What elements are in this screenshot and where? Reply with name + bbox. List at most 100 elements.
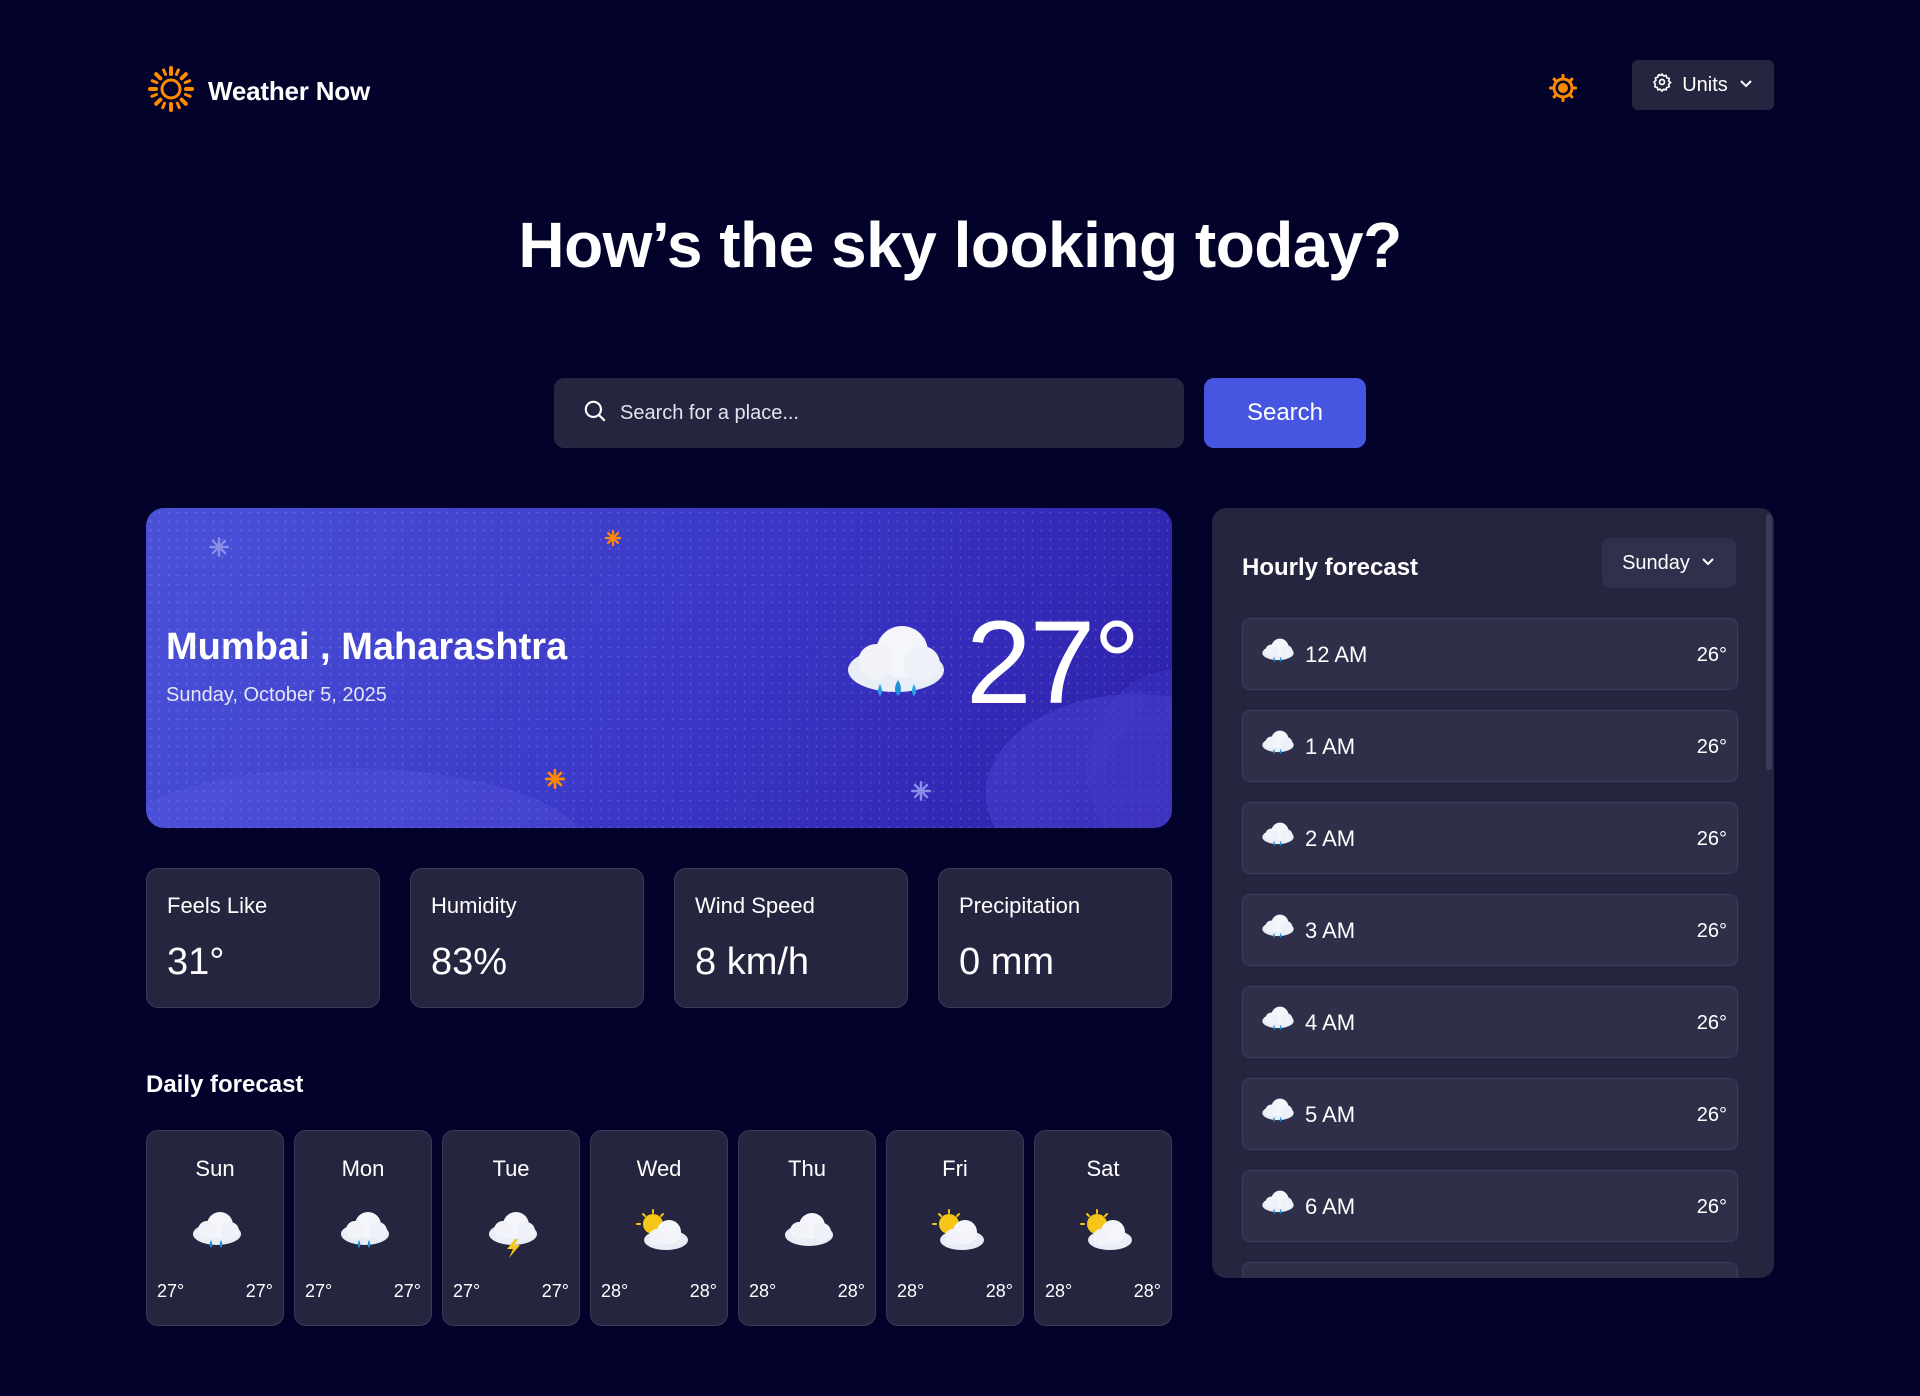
hour-time: 12 AM	[1305, 642, 1368, 667]
stat-value: 0 mm	[959, 941, 1054, 983]
weather-app: Weather Now Units How’s the sky looking …	[0, 0, 1920, 1396]
hourly-row: 2 AM 26°	[1242, 802, 1738, 874]
day-high-temp: 27°	[393, 1281, 421, 1301]
daily-card-mon[interactable]: Mon 27° 27°	[294, 1130, 432, 1326]
day-name: Fri	[942, 1156, 968, 1181]
hour-time: 6 AM	[1305, 1194, 1356, 1219]
day-name: Mon	[341, 1156, 385, 1181]
rain-cloud-icon	[339, 1209, 391, 1258]
search-icon	[582, 398, 608, 429]
hour-temp: 26°	[1696, 736, 1727, 758]
day-name: Tue	[492, 1156, 530, 1181]
current-date: Sunday, October 5, 2025	[166, 684, 387, 706]
sun-logo-icon	[146, 64, 196, 119]
rain-cloud-icon	[1261, 637, 1295, 670]
brand[interactable]: Weather Now	[146, 64, 370, 119]
stat-card-wind-speed: Wind Speed 8 km/h	[674, 868, 908, 1008]
day-high-temp: 28°	[1133, 1281, 1161, 1301]
day-low-temp: 27°	[305, 1281, 333, 1301]
hourly-row: 6 AM 26°	[1242, 1170, 1738, 1242]
day-low-temp: 27°	[157, 1281, 185, 1301]
current-weather-card: Mumbai , Maharashtra Sunday, October 5, …	[146, 508, 1172, 828]
partly-cloudy-icon	[635, 1209, 691, 1260]
theme-toggle-button[interactable]	[1548, 73, 1578, 108]
chevron-down-icon	[1700, 552, 1716, 575]
daily-card-sun[interactable]: Sun 27° 27°	[146, 1130, 284, 1326]
rain-cloud-icon	[1261, 1005, 1295, 1038]
hourly-row: 5 AM 26°	[1242, 1078, 1738, 1150]
day-low-temp: 28°	[749, 1281, 777, 1301]
gear-icon	[1652, 72, 1672, 98]
stat-label: Precipitation	[959, 893, 1081, 918]
hourly-row: 1 AM 26°	[1242, 710, 1738, 782]
rain-cloud-icon	[1261, 1097, 1295, 1130]
stat-value: 8 km/h	[695, 941, 810, 983]
day-high-temp: 28°	[985, 1281, 1013, 1301]
stat-card-humidity: Humidity 83%	[410, 868, 644, 1008]
sun-gear-icon	[1548, 73, 1578, 108]
day-select-dropdown[interactable]: Sunday	[1602, 538, 1736, 588]
day-low-temp: 28°	[897, 1281, 925, 1301]
hour-temp: 26°	[1696, 828, 1727, 850]
hourly-row-partial	[1242, 1262, 1738, 1278]
daily-card-wed[interactable]: Wed 28° 28°	[590, 1130, 728, 1326]
stat-card-feels-like: Feels Like 31°	[146, 868, 380, 1008]
day-name: Thu	[788, 1156, 826, 1181]
hour-time: 5 AM	[1305, 1102, 1356, 1127]
units-label: Units	[1682, 73, 1728, 96]
storm-cloud-icon	[487, 1209, 539, 1264]
search-button[interactable]: Search	[1204, 378, 1366, 448]
stat-card-precipitation: Precipitation 0 mm	[938, 868, 1172, 1008]
sparkle-icon	[604, 529, 622, 552]
hour-temp: 26°	[1696, 644, 1727, 666]
hour-temp: 26°	[1696, 1196, 1727, 1218]
stat-label: Feels Like	[167, 893, 268, 918]
search-box[interactable]	[554, 378, 1184, 448]
hour-time: 1 AM	[1305, 734, 1356, 759]
partly-cloudy-icon	[1079, 1209, 1135, 1260]
rain-cloud-icon	[1261, 729, 1295, 762]
hourly-row: 4 AM 26°	[1242, 986, 1738, 1058]
day-low-temp: 28°	[601, 1281, 629, 1301]
header: Weather Now Units	[146, 60, 1774, 112]
units-dropdown-button[interactable]: Units	[1632, 60, 1774, 110]
rain-cloud-icon	[191, 1209, 243, 1258]
current-temperature: 27°	[966, 597, 1140, 729]
hourly-row: 3 AM 26°	[1242, 894, 1738, 966]
day-high-temp: 28°	[837, 1281, 865, 1301]
daily-card-thu[interactable]: Thu 28° 28°	[738, 1130, 876, 1326]
rain-cloud-icon	[1261, 821, 1295, 854]
day-high-temp: 27°	[541, 1281, 569, 1301]
selected-day: Sunday	[1622, 551, 1690, 574]
daily-forecast-title: Daily forecast	[146, 1071, 304, 1098]
rain-cloud-icon	[1261, 1189, 1295, 1222]
hour-time: 4 AM	[1305, 1010, 1356, 1035]
daily-card-sat[interactable]: Sat 28° 28°	[1034, 1130, 1172, 1326]
rain-cloud-icon	[844, 622, 948, 711]
day-name: Sat	[1086, 1156, 1120, 1181]
daily-card-fri[interactable]: Fri 28° 28°	[886, 1130, 1024, 1326]
hourly-forecast-panel[interactable]: Hourly forecast Sunday 12 AM 26° 1 AM 26…	[1212, 508, 1774, 1278]
day-high-temp: 27°	[245, 1281, 273, 1301]
stat-label: Wind Speed	[695, 893, 815, 918]
sparkle-icon	[208, 536, 230, 563]
hour-temp: 26°	[1696, 920, 1727, 942]
stat-value: 83%	[431, 941, 508, 983]
day-name: Wed	[636, 1156, 682, 1181]
hero-title: How’s the sky looking today?	[518, 209, 1402, 281]
scrollbar[interactable]	[1766, 514, 1772, 770]
chevron-down-icon	[1738, 74, 1754, 97]
hourly-row: 12 AM 26°	[1242, 618, 1738, 690]
day-high-temp: 28°	[689, 1281, 717, 1301]
cloud-icon	[783, 1209, 835, 1254]
hour-time: 2 AM	[1305, 826, 1356, 851]
rain-cloud-icon	[1261, 913, 1295, 946]
search-input[interactable]	[620, 401, 1160, 425]
app-name: Weather Now	[208, 76, 371, 106]
stat-value: 31°	[167, 941, 225, 983]
location-name: Mumbai , Maharashtra	[166, 626, 568, 668]
daily-card-tue[interactable]: Tue 27° 27°	[442, 1130, 580, 1326]
partly-cloudy-icon	[931, 1209, 987, 1260]
stat-label: Humidity	[431, 893, 517, 918]
day-low-temp: 27°	[453, 1281, 481, 1301]
